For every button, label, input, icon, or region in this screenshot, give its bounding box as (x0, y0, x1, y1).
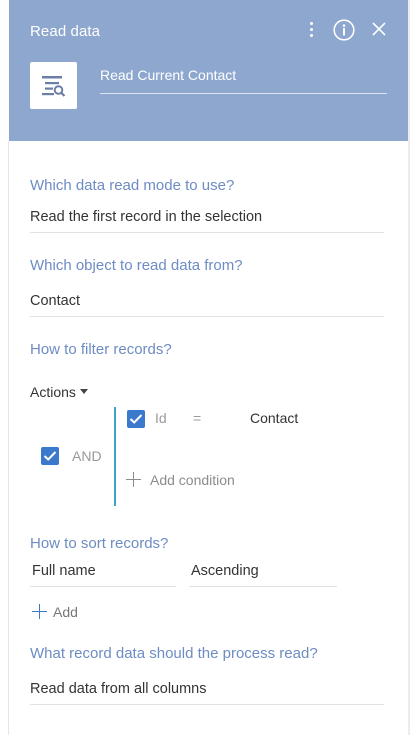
filter-label: How to filter records? (30, 341, 172, 358)
panel-title: Read data (30, 23, 101, 40)
add-sort-button[interactable]: Add (32, 604, 78, 620)
sort-column-underline (30, 586, 176, 587)
chevron-down-icon (79, 389, 88, 394)
condition-column[interactable]: Id (155, 410, 167, 426)
add-condition-button[interactable]: Add condition (126, 472, 235, 488)
filter-group-line (114, 407, 116, 506)
condition-operator[interactable]: = (193, 410, 201, 426)
plus-icon (32, 604, 47, 619)
condition-value[interactable]: Contact (250, 410, 298, 426)
close-icon[interactable] (370, 20, 388, 38)
object-select[interactable]: Contact (30, 293, 80, 309)
element-name-field[interactable]: Read Current Contact (100, 67, 387, 94)
sort-label: How to sort records? (30, 535, 169, 552)
sort-direction-underline (189, 586, 337, 587)
sort-direction-select[interactable]: Ascending (191, 563, 259, 579)
columns-label: What record data should the process read… (30, 645, 318, 662)
read-mode-label: Which data read mode to use? (30, 177, 235, 194)
object-label: Which object to read data from? (30, 257, 243, 274)
read-mode-select[interactable]: Read the first record in the selection (30, 209, 262, 225)
panel-header: Read data Read Current Contact (9, 0, 408, 141)
sort-column-select[interactable]: Full name (32, 563, 96, 579)
actions-dropdown[interactable]: Actions (30, 384, 88, 400)
actions-label: Actions (30, 384, 76, 400)
panel-left-border (8, 141, 9, 735)
read-mode-underline (30, 232, 384, 233)
kebab-menu-icon[interactable] (303, 18, 319, 42)
condition-checkbox[interactable] (127, 410, 145, 428)
plus-icon (126, 472, 141, 487)
read-data-icon (30, 62, 77, 109)
group-checkbox[interactable] (41, 447, 59, 465)
add-condition-label: Add condition (150, 472, 235, 488)
group-operator[interactable]: AND (72, 448, 102, 464)
element-name-value: Read Current Contact (100, 67, 237, 83)
object-underline (30, 316, 384, 317)
columns-select[interactable]: Read data from all columns (30, 681, 207, 697)
add-sort-label: Add (53, 604, 78, 620)
columns-underline (30, 704, 384, 705)
info-icon[interactable] (333, 19, 355, 41)
